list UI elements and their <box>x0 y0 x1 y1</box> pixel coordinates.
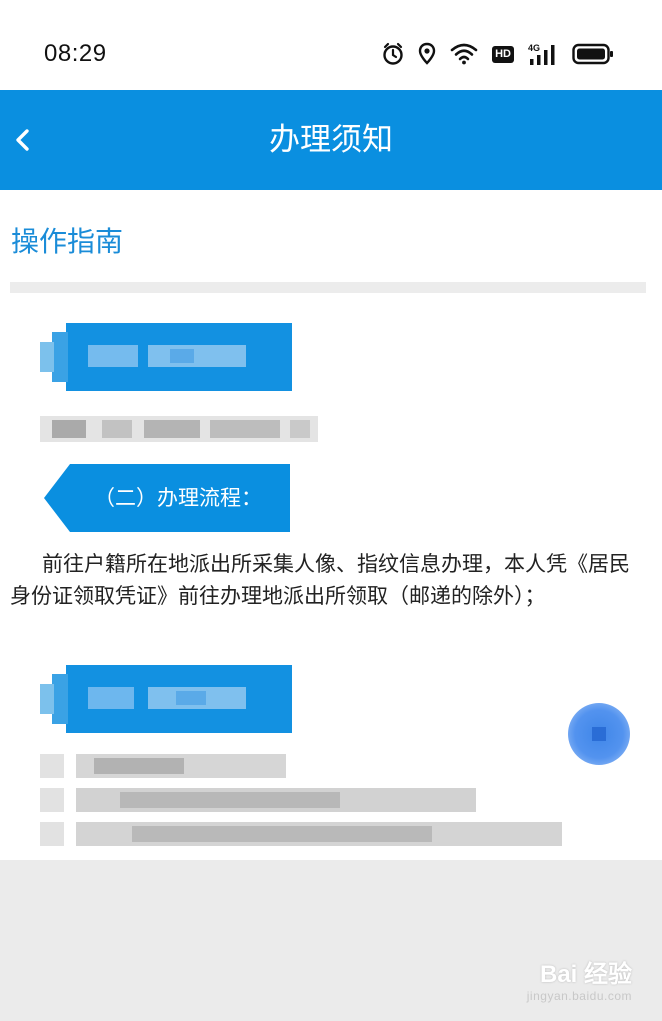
step2-label: （二）办理流程： <box>94 486 262 510</box>
content-card: 操作指南 （二）办理流程： 前往户籍所在地派出所采集人像、指纹信息办理，本人凭《… <box>0 190 662 860</box>
step2-body: 前往户籍所在地派出所采集人像、指纹信息办理，本人凭《居民身份证领取凭证》前往办理… <box>10 552 630 608</box>
step3-header-pixelated <box>40 662 294 736</box>
location-icon <box>418 42 436 66</box>
bottom-area: Bai 经验 jingyan.baidu.com <box>0 860 662 1021</box>
page-title: 办理须知 <box>269 122 393 158</box>
section-title: 操作指南 <box>11 225 124 258</box>
watermark-main: Bai 经验 <box>539 961 632 988</box>
step3-text-pixelated <box>40 750 562 850</box>
step1-header-pixelated <box>40 320 294 394</box>
hd-icon: HD <box>492 45 514 63</box>
alarm-icon <box>382 42 404 66</box>
signal-4g-icon: 4G <box>528 42 558 66</box>
status-icons: HD 4G <box>382 42 614 66</box>
floating-assistant-button[interactable] <box>568 703 630 765</box>
nav-bar: 办理须知 <box>0 90 662 190</box>
watermark-sub: jingyan.baidu.com <box>526 989 632 1003</box>
step2-header: （二）办理流程： <box>44 464 290 532</box>
status-time: 08:29 <box>44 40 107 67</box>
assistant-icon <box>592 727 606 741</box>
status-bar: 08:29 HD 4G <box>0 0 662 90</box>
battery-icon <box>572 43 614 65</box>
svg-text:4G: 4G <box>528 43 540 53</box>
baidu-watermark: Bai 经验 jingyan.baidu.com <box>527 954 632 1003</box>
step1-text-pixelated <box>40 416 318 442</box>
section-divider <box>10 282 646 293</box>
wifi-icon <box>450 43 478 65</box>
